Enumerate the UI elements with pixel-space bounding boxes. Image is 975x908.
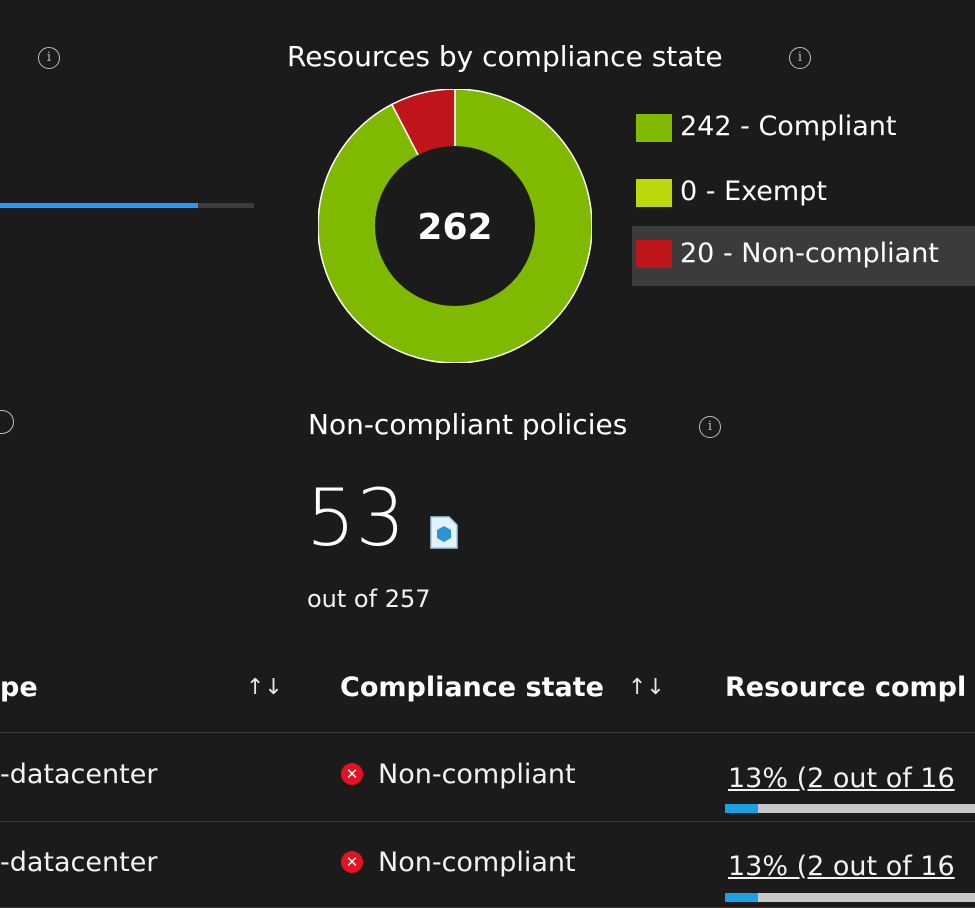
- info-icon[interactable]: i: [38, 47, 60, 69]
- resource-compliance-bar: [725, 893, 975, 902]
- error-icon: ✕: [341, 763, 363, 785]
- progress-track: [0, 203, 254, 208]
- legend-label: 0 - Exempt: [680, 176, 827, 207]
- donut-card-title: Resources by compliance state: [287, 40, 723, 73]
- legend-label: 242 - Compliant: [680, 111, 897, 142]
- legend-item-compliant[interactable]: 242 - Compliant: [632, 108, 975, 148]
- donut-center-total: 262: [417, 207, 492, 248]
- resource-compliance-link[interactable]: 13% (2 out of 16: [728, 763, 955, 794]
- non-compliant-policies-count[interactable]: 53: [306, 474, 405, 564]
- column-header-scope[interactable]: pe: [0, 672, 38, 703]
- policies-card-title: Non-compliant policies: [308, 408, 628, 441]
- table-row-scope[interactable]: -datacenter: [0, 759, 157, 790]
- sort-scope-icon[interactable]: ↑↓: [246, 675, 283, 700]
- info-icon[interactable]: [0, 410, 14, 434]
- legend-label: 20 - Non-compliant: [680, 238, 939, 269]
- policies-card-subtitle: out of 257: [307, 585, 431, 613]
- error-icon: ✕: [341, 851, 363, 873]
- info-icon[interactable]: i: [699, 416, 721, 438]
- row-divider: [0, 821, 975, 822]
- table-row-scope[interactable]: -datacenter: [0, 847, 157, 878]
- progress-fill: [0, 203, 199, 208]
- table-row-state: Non-compliant: [378, 847, 576, 878]
- table-row-state: Non-compliant: [378, 759, 576, 790]
- resource-compliance-link[interactable]: 13% (2 out of 16: [728, 851, 955, 882]
- resource-compliance-bar: [725, 804, 975, 813]
- info-icon[interactable]: i: [789, 47, 811, 69]
- column-header-compliance-state[interactable]: Compliance state: [340, 672, 604, 703]
- legend-swatch: [636, 114, 672, 142]
- legend-item-non-compliant[interactable]: 20 - Non-compliant: [632, 226, 975, 286]
- sort-compliance-state-icon[interactable]: ↑↓: [628, 675, 665, 700]
- row-divider: [0, 732, 975, 733]
- column-header-resource-compliance[interactable]: Resource compl: [725, 672, 966, 703]
- compliance-donut-chart: 262: [318, 89, 592, 363]
- legend-item-exempt[interactable]: 0 - Exempt: [632, 173, 975, 213]
- legend-swatch: [636, 179, 672, 207]
- legend-swatch: [636, 240, 672, 268]
- policy-icon: [429, 515, 459, 550]
